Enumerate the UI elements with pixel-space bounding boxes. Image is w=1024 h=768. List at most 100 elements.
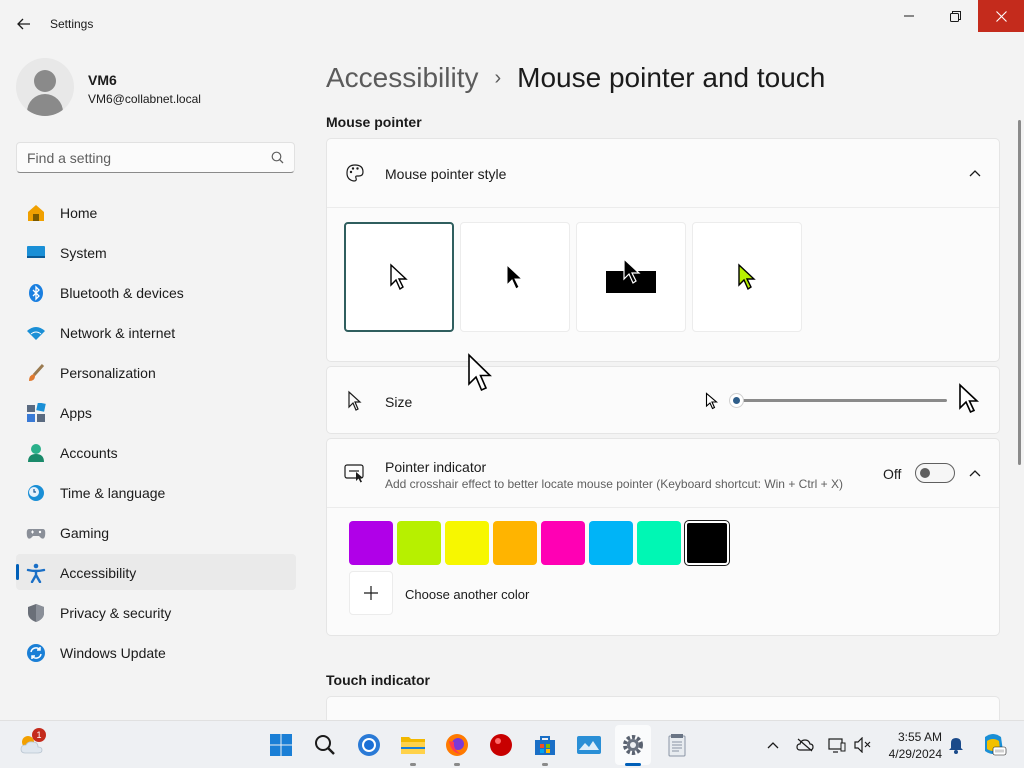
color-swatch-lime[interactable] — [397, 521, 441, 565]
taskbar-search-button[interactable] — [311, 731, 339, 759]
page-title: Mouse pointer and touch — [517, 62, 826, 93]
volume-muted-icon — [854, 737, 871, 753]
section-title-mouse-pointer: Mouse pointer — [326, 114, 422, 130]
cloud-offline-icon — [796, 738, 814, 752]
plus-icon — [364, 586, 378, 600]
sidebar-item-label: Accounts — [60, 445, 118, 461]
sidebar-item-home[interactable]: Home — [16, 194, 296, 230]
sidebar-item-label: Home — [60, 205, 98, 221]
main-scrollbar[interactable] — [1018, 120, 1021, 465]
clock-time[interactable]: 3:55 AM — [896, 730, 942, 744]
notifications-button[interactable] — [947, 736, 965, 754]
sidebar-item-network[interactable]: Network & internet — [16, 314, 296, 350]
sidebar-item-windows-update[interactable]: Windows Update — [16, 634, 296, 670]
gamepad-icon — [26, 523, 46, 543]
color-swatch-pink[interactable] — [541, 521, 585, 565]
pointer-style-header[interactable]: Mouse pointer style — [327, 139, 999, 207]
start-button[interactable] — [267, 731, 295, 759]
color-swatch-blue[interactable] — [589, 521, 633, 565]
inverted-cursor-icon — [606, 257, 656, 293]
restore-button[interactable] — [932, 0, 978, 32]
sidebar-item-time-language[interactable]: Time & language — [16, 474, 296, 510]
monitor-icon — [828, 738, 846, 753]
tray-volume[interactable] — [854, 736, 872, 754]
search-box[interactable] — [16, 142, 295, 173]
taskbar-photos[interactable] — [575, 731, 603, 759]
add-color-label[interactable]: Choose another color — [405, 587, 529, 602]
large-pointer-icon — [959, 383, 980, 414]
sidebar-item-accounts[interactable]: Accounts — [16, 434, 296, 470]
notification-badge: 1 — [32, 728, 46, 742]
bell-icon — [949, 738, 963, 754]
sidebar-item-gaming[interactable]: Gaming — [16, 514, 296, 550]
sidebar-item-privacy[interactable]: Privacy & security — [16, 594, 296, 630]
white-cursor-icon — [390, 263, 408, 291]
minimize-icon — [904, 15, 914, 17]
sidebar-item-accessibility[interactable]: Accessibility — [16, 554, 296, 590]
taskbar-chrome[interactable] — [355, 731, 383, 759]
pointer-indicator-toggle-state: Off — [883, 466, 902, 482]
refresh-icon — [26, 643, 46, 663]
chrome-icon — [358, 734, 380, 756]
apps-icon — [26, 403, 46, 423]
folder-icon — [401, 737, 425, 754]
pointer-style-white[interactable] — [344, 222, 454, 332]
close-button[interactable] — [978, 0, 1024, 32]
pointer-indicator-description: Add crosshair effect to better locate mo… — [385, 477, 843, 491]
back-button[interactable] — [10, 12, 38, 36]
color-swatch-yellow[interactable] — [445, 521, 489, 565]
pointer-style-black[interactable] — [460, 222, 570, 332]
user-email: VM6@collabnet.local — [88, 92, 201, 106]
sidebar-item-bluetooth[interactable]: Bluetooth & devices — [16, 274, 296, 310]
user-name: VM6 — [88, 72, 117, 88]
clock-date[interactable]: 4/29/2024 — [886, 747, 942, 761]
add-color-button[interactable] — [349, 571, 393, 615]
pointer-style-custom[interactable] — [692, 222, 802, 332]
breadcrumb-separator: › — [494, 66, 502, 89]
copilot-icon — [985, 734, 1007, 756]
breadcrumb-parent[interactable]: Accessibility — [326, 62, 478, 94]
sidebar-item-label: Network & internet — [60, 325, 176, 341]
size-slider-track[interactable] — [736, 399, 947, 402]
user-profile[interactable]: VM6 VM6@collabnet.local — [16, 58, 296, 118]
minimize-button[interactable] — [886, 0, 932, 32]
color-swatch-teal[interactable] — [637, 521, 681, 565]
crosshair-screen-icon — [344, 462, 366, 484]
search-icon — [271, 151, 284, 164]
size-title: Size — [385, 394, 413, 410]
sidebar-item-label: Windows Update — [60, 645, 166, 661]
close-icon — [995, 10, 1007, 22]
color-swatch-purple[interactable] — [349, 521, 393, 565]
taskbar-store[interactable] — [531, 731, 559, 759]
sidebar-item-system[interactable]: System — [16, 234, 296, 270]
color-swatch-orange[interactable] — [493, 521, 537, 565]
taskbar-record-app[interactable] — [487, 731, 515, 759]
size-slider-thumb[interactable] — [729, 393, 744, 408]
sidebar-nav: Home System Bluetooth & devices Network … — [16, 194, 296, 674]
taskbar-file-explorer[interactable] — [399, 731, 427, 759]
taskbar-notepad[interactable] — [663, 731, 691, 759]
copilot-button[interactable] — [980, 731, 1008, 759]
black-cursor-icon — [506, 263, 524, 290]
sidebar-item-label: Privacy & security — [60, 605, 172, 621]
small-pointer-icon — [705, 392, 718, 410]
taskbar-firefox[interactable] — [443, 731, 471, 759]
brush-icon — [26, 363, 46, 383]
pointer-icon — [344, 390, 366, 412]
pointer-indicator-toggle[interactable] — [915, 463, 955, 483]
taskbar-settings[interactable] — [619, 731, 647, 759]
chevron-up-icon[interactable] — [967, 165, 983, 181]
accessibility-icon — [26, 563, 46, 583]
tray-onedrive[interactable] — [796, 736, 814, 754]
show-hidden-icons-button[interactable] — [764, 736, 782, 754]
sidebar-item-label: Apps — [60, 405, 92, 421]
tray-display[interactable] — [828, 736, 846, 754]
running-indicator — [454, 763, 460, 766]
chevron-up-icon[interactable] — [967, 465, 983, 481]
pointer-style-title: Mouse pointer style — [385, 166, 507, 182]
sidebar-item-apps[interactable]: Apps — [16, 394, 296, 430]
pointer-style-inverted[interactable] — [576, 222, 686, 332]
sidebar-item-personalization[interactable]: Personalization — [16, 354, 296, 390]
search-input[interactable] — [27, 149, 267, 167]
color-swatch-black[interactable] — [684, 520, 730, 566]
